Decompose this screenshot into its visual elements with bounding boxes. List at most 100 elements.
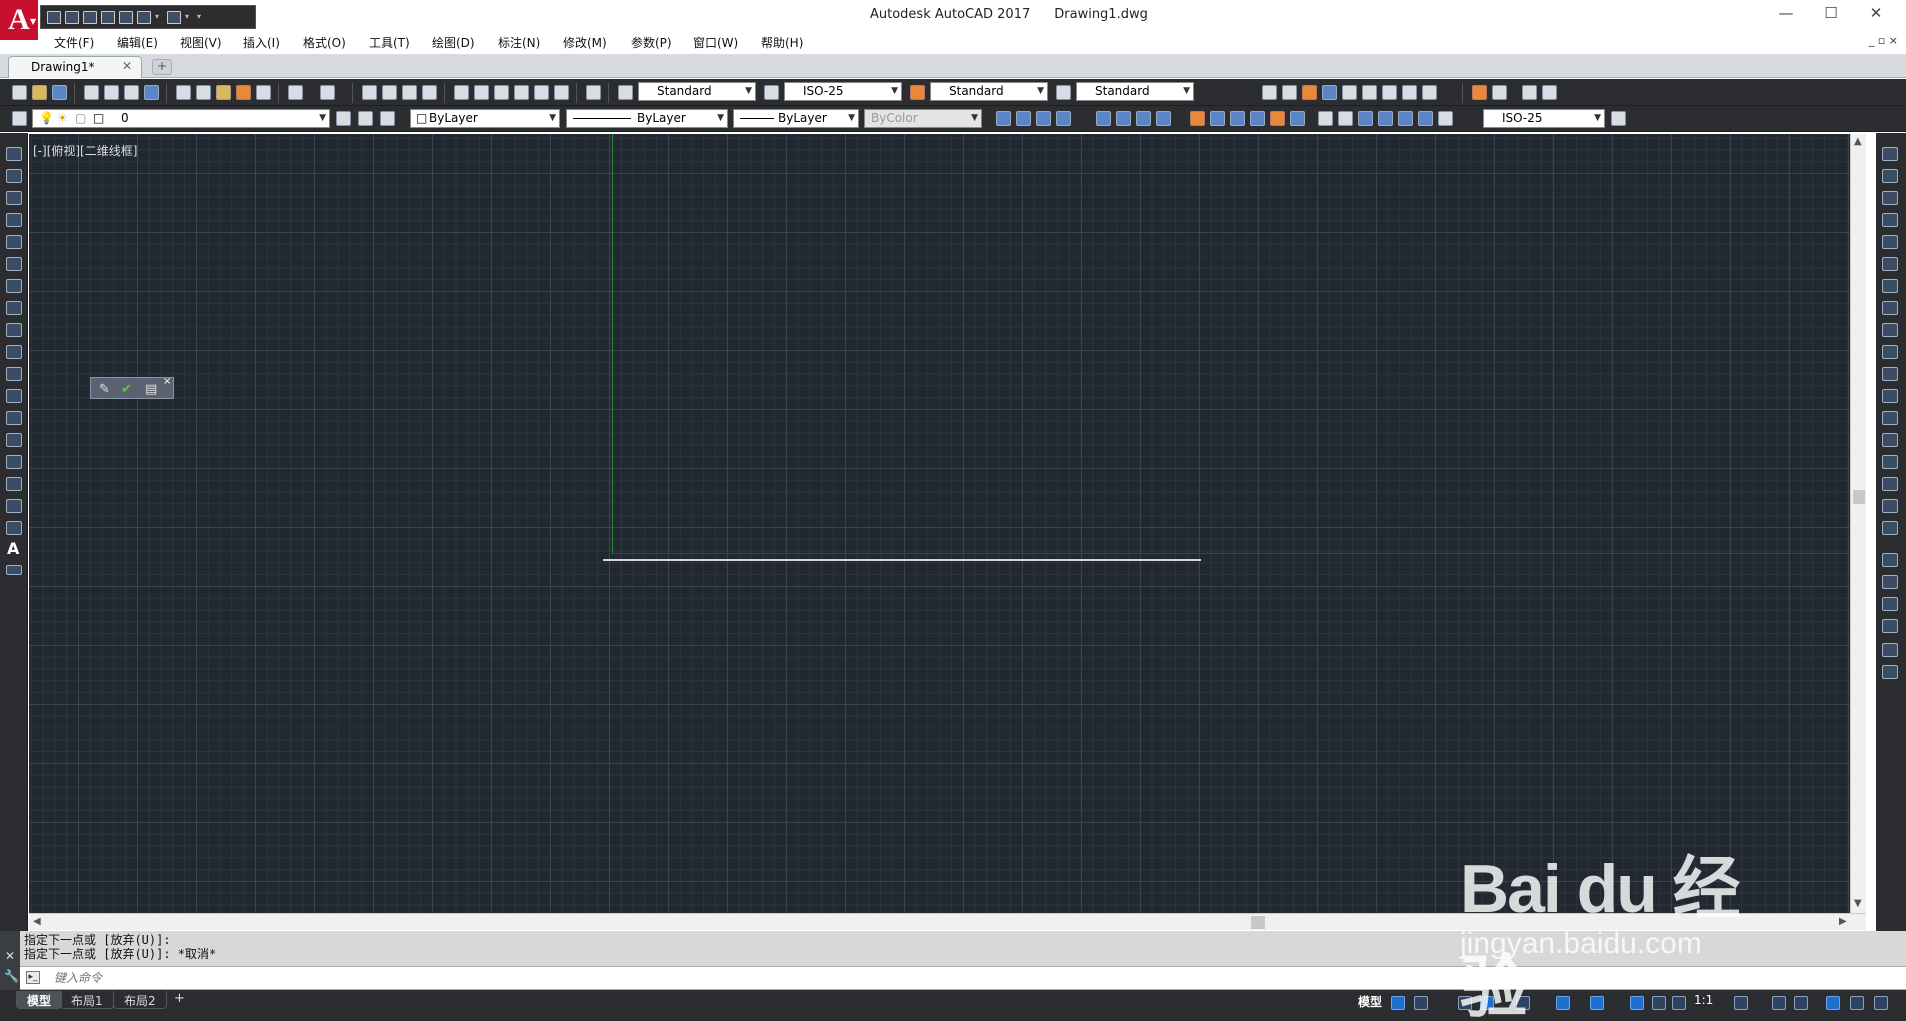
break-icon[interactable] <box>1882 411 1898 425</box>
extend-icon[interactable] <box>1882 367 1898 381</box>
linear-dimension-icon[interactable] <box>996 111 1011 126</box>
menu-view[interactable]: 视图(V) <box>180 34 222 51</box>
open-file-icon[interactable] <box>65 10 79 24</box>
explode-icon[interactable] <box>1882 521 1898 535</box>
dim-style-icon[interactable] <box>764 85 779 100</box>
table-style-icon[interactable] <box>910 85 925 100</box>
find-text-icon[interactable] <box>1322 85 1337 100</box>
layer-states-icon[interactable] <box>380 111 395 126</box>
table-style-select[interactable]: Standard ▼ <box>930 82 1048 101</box>
multileader-style-select[interactable]: Standard ▼ <box>1076 82 1194 101</box>
close-button[interactable]: ✕ <box>1861 4 1891 22</box>
wrench-icon[interactable]: 🔧 <box>4 969 19 983</box>
jogged-dimension-icon[interactable] <box>1116 111 1131 126</box>
line-icon[interactable] <box>6 147 22 161</box>
dimension-space-icon[interactable] <box>1230 111 1245 126</box>
new-file-icon[interactable] <box>47 10 61 24</box>
grid-display-icon[interactable] <box>1391 996 1405 1010</box>
bring-above-icon[interactable] <box>1882 597 1898 611</box>
annotation-visibility-icon[interactable] <box>1630 996 1644 1010</box>
menu-insert[interactable]: 插入(I) <box>243 34 280 51</box>
vertical-scrollbar[interactable]: ▲ ▼ <box>1850 134 1866 913</box>
quick-dimension-icon[interactable] <box>1190 111 1205 126</box>
stretch-icon[interactable] <box>1882 323 1898 337</box>
chamfer-icon[interactable] <box>1882 455 1898 469</box>
isolate-objects-icon[interactable] <box>1826 996 1840 1010</box>
insert-block-icon[interactable] <box>6 389 22 403</box>
polar-tracking-icon[interactable] <box>1480 996 1494 1010</box>
scroll-up-icon[interactable]: ▲ <box>1854 136 1862 147</box>
array-icon[interactable] <box>1882 235 1898 249</box>
qnew-icon[interactable] <box>12 85 27 100</box>
spell-check-icon[interactable] <box>1342 85 1357 100</box>
text-style-select[interactable]: Standard ▼ <box>638 82 756 101</box>
close-icon[interactable]: × <box>163 376 171 387</box>
auto-scale-icon[interactable] <box>1652 996 1666 1010</box>
annotative-text-icon[interactable] <box>1282 85 1297 100</box>
make-current-layer-icon[interactable] <box>336 111 351 126</box>
make-block-icon[interactable] <box>6 411 22 425</box>
layer-previous-icon[interactable] <box>358 111 373 126</box>
dimension-style-icon[interactable] <box>1438 111 1453 126</box>
menu-file[interactable]: 文件(F) <box>54 34 94 51</box>
continue-dimension-icon[interactable] <box>1250 111 1265 126</box>
add-scale-icon[interactable] <box>1542 85 1557 100</box>
close-icon[interactable]: ✕ <box>122 59 132 73</box>
dimension-style-manager-icon[interactable] <box>1611 111 1626 126</box>
arc-length-icon[interactable] <box>1036 111 1051 126</box>
dimension-break-icon[interactable] <box>1270 111 1285 126</box>
point-icon[interactable] <box>6 433 22 447</box>
print-icon[interactable] <box>119 10 133 24</box>
ortho-mode-icon[interactable] <box>1458 996 1472 1010</box>
baseline-dimension-icon[interactable] <box>1210 111 1225 126</box>
polyline-icon[interactable] <box>6 191 22 205</box>
new-tab-button[interactable]: + <box>152 59 172 75</box>
horizontal-scrollbar[interactable]: ◀ ▶ <box>29 913 1866 930</box>
redo-dropdown-icon[interactable]: ▾ <box>185 13 193 21</box>
layer-manager-icon[interactable] <box>12 111 27 126</box>
close-icon[interactable]: ✕ <box>5 949 15 963</box>
undo-icon[interactable] <box>137 10 151 24</box>
block-editor-icon[interactable] <box>256 85 271 100</box>
plot-preview-icon[interactable] <box>104 85 119 100</box>
quickcalc-icon[interactable] <box>554 85 569 100</box>
send-under-icon[interactable] <box>1882 619 1898 633</box>
tolerance-icon[interactable] <box>1290 111 1305 126</box>
add-selected-icon[interactable] <box>6 565 22 575</box>
layout-tab-model[interactable]: 模型 <box>16 991 63 1009</box>
command-line-grip[interactable]: ✕ 🔧 <box>0 931 20 995</box>
tool-palettes-icon[interactable] <box>494 85 509 100</box>
properties-icon[interactable] <box>454 85 469 100</box>
edit-icon[interactable]: ✎ <box>99 382 110 397</box>
linetype-select[interactable]: ByLayer ▼ <box>566 109 728 128</box>
move-icon[interactable] <box>1882 257 1898 271</box>
polygon-icon[interactable] <box>6 213 22 227</box>
text-style-dialog-icon[interactable] <box>1362 85 1377 100</box>
dim-style-select[interactable]: ISO-25 ▼ <box>784 82 902 101</box>
settings-icon[interactable]: ▤ <box>145 382 157 397</box>
dimension-style-select[interactable]: ISO-25 ▼ <box>1483 109 1605 128</box>
rotate-icon[interactable] <box>1882 279 1898 293</box>
customize-qat-icon[interactable]: ▾ <box>197 13 205 21</box>
paste-icon[interactable] <box>216 85 231 100</box>
zoom-previous-icon[interactable] <box>422 85 437 100</box>
units-icon[interactable] <box>1794 996 1808 1010</box>
add-layout-button[interactable]: + <box>174 991 185 1006</box>
text-to-front-icon[interactable] <box>1882 643 1898 657</box>
snap-mode-icon[interactable] <box>1414 996 1428 1010</box>
scale-text-icon[interactable] <box>1382 85 1397 100</box>
markup-icon[interactable] <box>534 85 549 100</box>
draw-order-back-icon[interactable] <box>1882 575 1898 589</box>
justify-text-icon[interactable] <box>1402 85 1417 100</box>
viewport-controls-label[interactable]: [-][俯视][二维线框] <box>33 142 137 159</box>
help-icon[interactable] <box>586 85 601 100</box>
annotation-scale-icon[interactable] <box>1672 996 1686 1010</box>
region-icon[interactable] <box>6 499 22 513</box>
drawing-canvas[interactable]: [-][俯视][二维线框] ✎ ✔ ▤ × <box>29 134 1850 913</box>
workspace-gear-icon[interactable] <box>1734 996 1748 1010</box>
sheet-set-icon[interactable] <box>514 85 529 100</box>
object-snap-tracking-icon[interactable] <box>1556 996 1570 1010</box>
open-icon[interactable] <box>32 85 47 100</box>
gradient-icon[interactable] <box>6 477 22 491</box>
scroll-down-icon[interactable]: ▼ <box>1854 898 1862 909</box>
